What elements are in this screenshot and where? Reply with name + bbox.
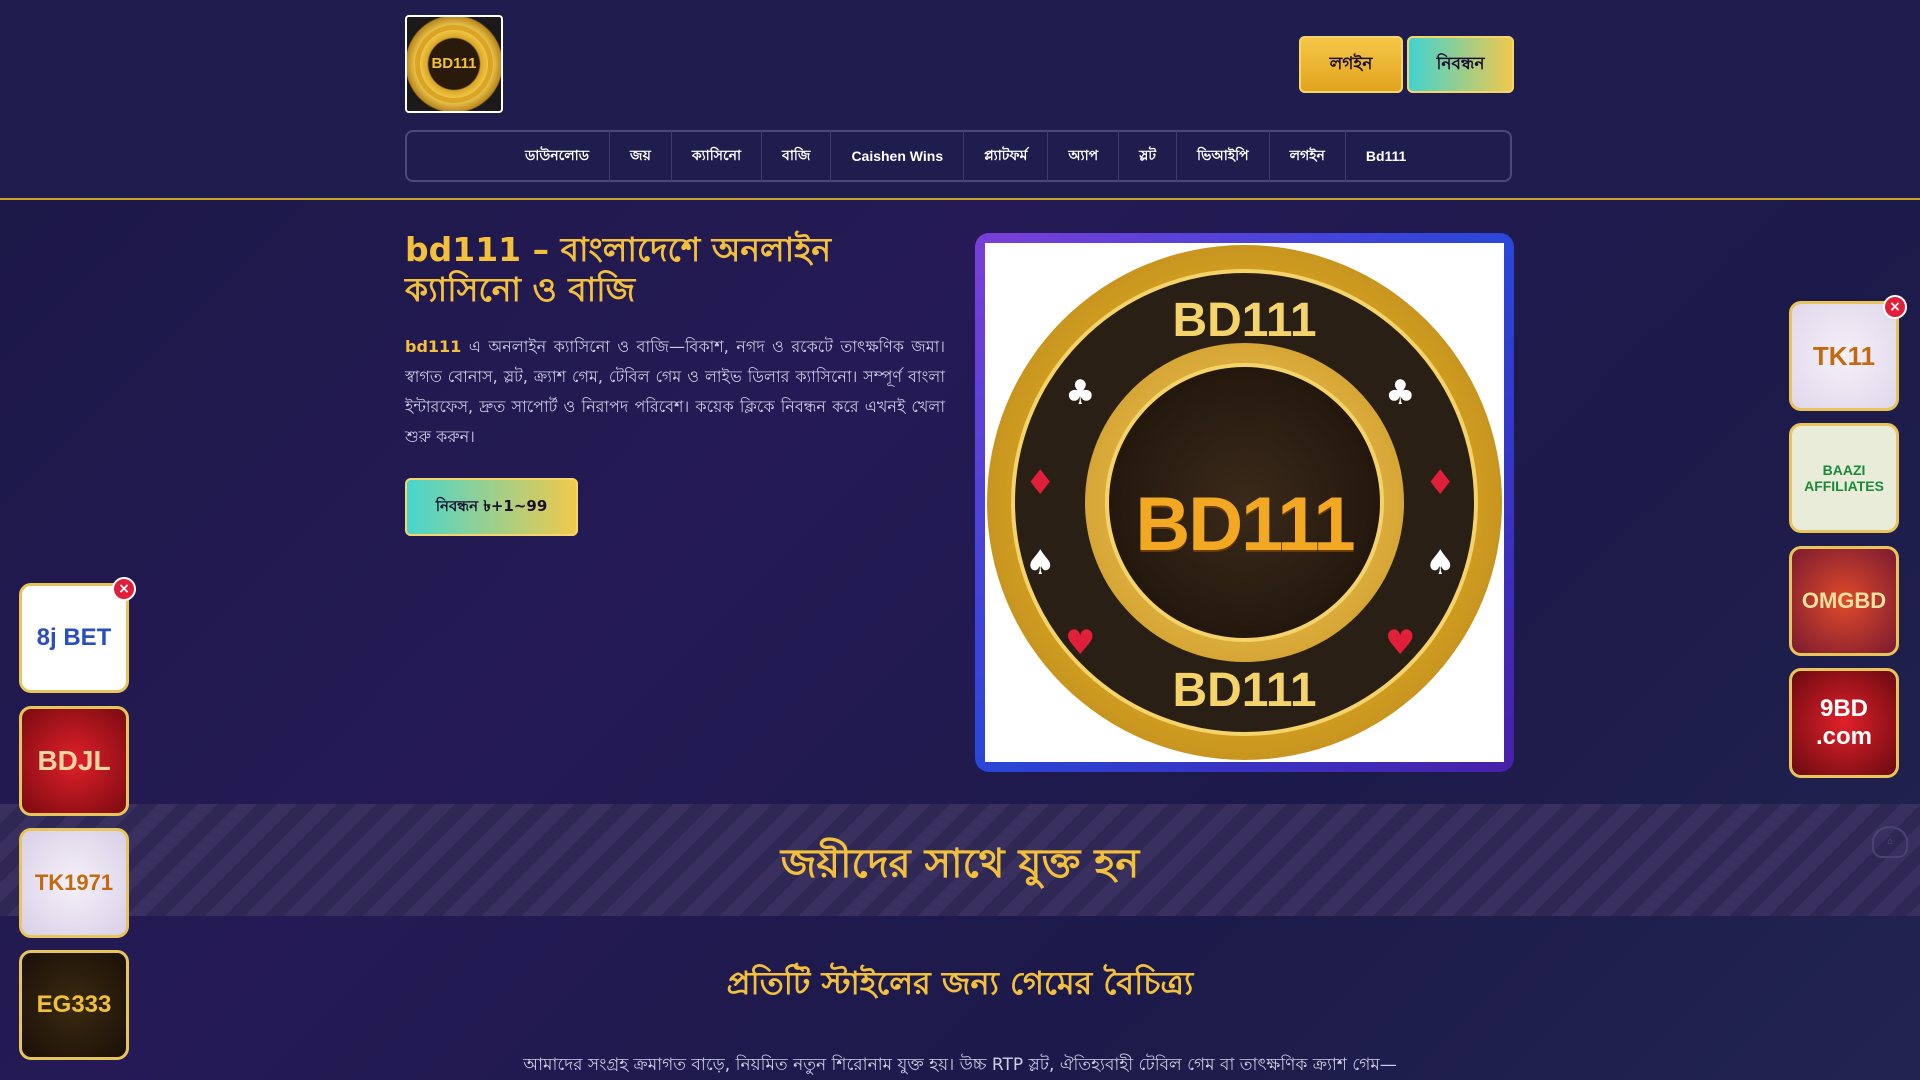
register-button[interactable]: নিবন্ধন (1407, 36, 1514, 93)
ad-8jbet[interactable]: 8j BET (19, 583, 129, 693)
ad-tk11[interactable]: TK11 (1789, 301, 1899, 411)
club-icon: ♣ (1065, 373, 1096, 413)
site-header: BD111 লগইন নিবন্ধন ডাউনলোড জয় ক্যাসিনো … (0, 0, 1920, 200)
chip-center-text: BD111 (1135, 482, 1355, 567)
ad-omgbd[interactable]: OMGBD (1789, 546, 1899, 656)
hero-description: bd111 এ অনলাইন ক্যাসিনো ও বাজি—বিকাশ, নগ… (405, 332, 945, 452)
nav-item-betting[interactable]: বাজি (762, 130, 832, 182)
nav-item-bd111[interactable]: Bd111 (1346, 130, 1426, 182)
section-title: প্রতিটি স্টাইলের জন্য গেমের বৈচিত্র্য (726, 964, 1194, 1002)
ad-baazi-affiliates[interactable]: BAAZI AFFILIATES (1789, 423, 1899, 533)
chip-top-text: BD111 (1172, 294, 1317, 347)
nav-item-caishen-wins[interactable]: Caishen Wins (831, 130, 965, 182)
nav-item-login[interactable]: লগইন (1270, 130, 1346, 182)
hero-brand: bd111 (405, 337, 462, 356)
hero-image-frame: ♣ ♣ ♦ ♦ ♠ ♠ ♥ ♥ BD111 BD111 BD111 (985, 243, 1504, 762)
heart-icon: ♥ (1385, 623, 1416, 663)
nav-item-casino[interactable]: ক্যাসিনো (672, 130, 763, 182)
hero-register-button[interactable]: নিবন্ধন ৳+1~99 (405, 478, 578, 536)
ad-9bd[interactable]: 9BD .com (1789, 668, 1899, 778)
hero-image: ♣ ♣ ♦ ♦ ♠ ♠ ♥ ♥ BD111 BD111 BD111 (975, 233, 1514, 772)
nav-item-vip[interactable]: ভিআইপি (1177, 130, 1270, 182)
nav-item-slot[interactable]: স্লট (1119, 130, 1178, 182)
main-nav: ডাউনলোড জয় ক্যাসিনো বাজি Caishen Wins প… (405, 130, 1512, 182)
ad-left-close-button[interactable]: × (112, 577, 136, 601)
hero-title: bd111 – বাংলাদেশে অনলাইন ক্যাসিনো ও বাজি (405, 230, 832, 309)
hero-text: এ অনলাইন ক্যাসিনো ও বাজি—বিকাশ, নগদ ও রক… (405, 337, 945, 446)
ad-eg333[interactable]: EG333 (19, 950, 129, 1060)
ad-right-close-button[interactable]: × (1883, 295, 1907, 319)
ad-bdjl[interactable]: BDJL (19, 706, 129, 816)
site-logo[interactable]: BD111 (405, 15, 503, 113)
login-button[interactable]: লগইন (1299, 36, 1403, 93)
nav-item-platform[interactable]: প্ল্যাটফর্ম (964, 130, 1049, 182)
club-icon: ♣ (1385, 373, 1416, 413)
nav-item-app[interactable]: অ্যাপ (1048, 130, 1120, 182)
chip-bottom-text: BD111 (1172, 664, 1317, 717)
winners-banner: জয়ীদের সাথে যুক্ত হন (0, 804, 1920, 916)
nav-item-download[interactable]: ডাউনলোড (505, 130, 611, 182)
nav-item-win[interactable]: জয় (610, 130, 672, 182)
ad-tk1971[interactable]: TK1971 (19, 828, 129, 938)
section-text: আমাদের সংগ্রহ ক্রমাগত বাড়ে, নিয়মিত নতু… (523, 1055, 1397, 1075)
logo-text: BD111 (431, 55, 477, 72)
heart-icon: ♥ (1065, 623, 1096, 663)
chat-icon[interactable]: ⌂ (1872, 826, 1908, 858)
winners-banner-title: জয়ীদের সাথে যুক্ত হন (780, 841, 1140, 887)
